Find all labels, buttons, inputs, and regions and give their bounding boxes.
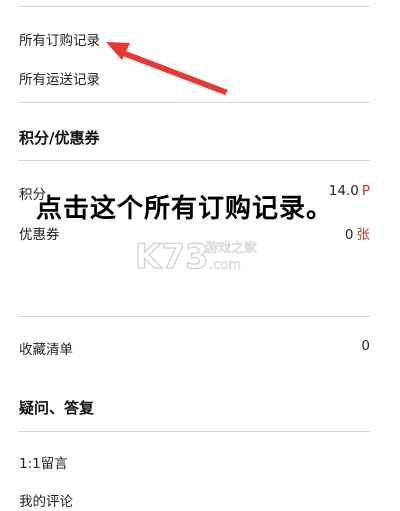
points-value[interactable]: 14.0 P	[329, 183, 370, 199]
coupons-value[interactable]: 0张	[345, 223, 370, 243]
wishlist-count[interactable]: 0	[361, 338, 370, 354]
svg-text:K73: K73	[135, 237, 209, 276]
qa-heading: 疑问、答复	[19, 399, 95, 417]
my-reviews-link[interactable]: 我的评论	[19, 490, 73, 510]
section-divider	[18, 102, 370, 103]
wishlist-label[interactable]: 收藏清单	[19, 338, 73, 358]
coupons-unit: 张	[356, 227, 371, 243]
all-shipping-link[interactable]: 所有运送记录	[19, 68, 100, 88]
section-divider	[18, 431, 370, 432]
k73-watermark-logo: K73 游戏之家 .com	[135, 236, 257, 276]
points-coupons-heading: 积分/优惠券	[19, 129, 100, 147]
red-arrow-icon	[106, 42, 228, 95]
arrow-shaft	[115, 48, 228, 95]
instruction-overlay-text: 点击这个所有订购记录。	[36, 194, 334, 224]
message-link[interactable]: 1:1留言	[19, 452, 68, 472]
svg-text:.com: .com	[209, 258, 241, 273]
section-divider	[18, 316, 370, 317]
section-divider	[18, 160, 370, 161]
coupons-amount: 0	[344, 227, 354, 243]
points-amount: 14.0	[328, 183, 359, 199]
all-orders-link[interactable]: 所有订购记录	[19, 29, 100, 49]
coupons-label[interactable]: 优惠券	[19, 223, 60, 243]
svg-text:游戏之家: 游戏之家	[205, 240, 257, 256]
top-divider	[18, 6, 370, 7]
points-unit: P	[361, 183, 370, 199]
